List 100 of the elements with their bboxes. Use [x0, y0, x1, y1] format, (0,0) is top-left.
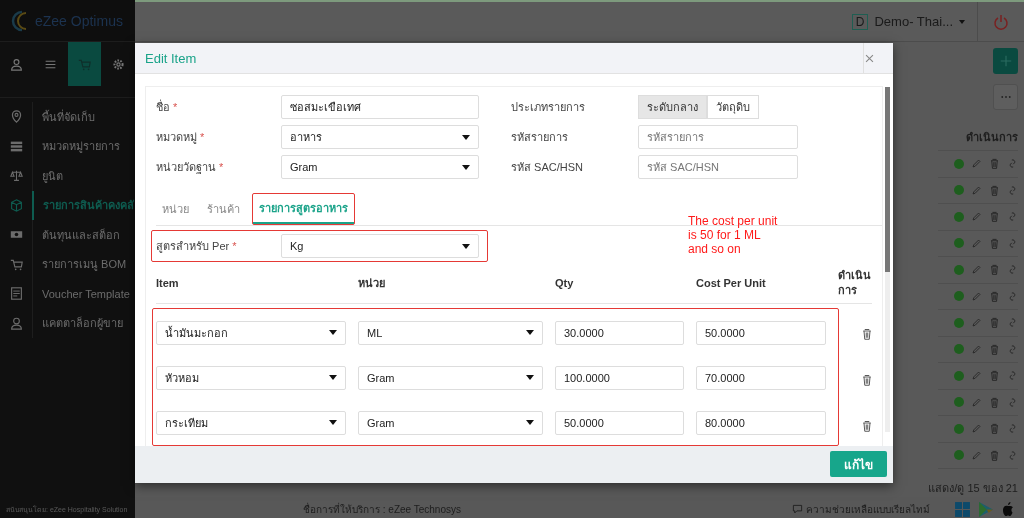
qty-field[interactable]: 100.0000: [555, 365, 684, 390]
sidebar-tab[interactable]: [67, 42, 102, 86]
close-icon: [864, 52, 875, 64]
field-label: หมวดหมู่ *: [156, 130, 206, 146]
scale-icon: [9, 169, 23, 183]
plus-icon: [998, 54, 1013, 68]
text-field[interactable]: รหัสรายการ: [638, 125, 798, 149]
link-icon: [1007, 211, 1018, 223]
cost-field[interactable]: 80.0000: [696, 410, 826, 435]
settings-icon: [111, 57, 125, 71]
field-label: ชื่อ *: [156, 98, 179, 115]
sidebar-item[interactable]: ต้นทุนและสต็อก: [0, 220, 135, 250]
link-icon: [1007, 184, 1018, 196]
segment-button[interactable]: ระดับกลาง: [638, 95, 707, 119]
apple-icon: [1000, 501, 1016, 517]
pencil-icon: [971, 343, 982, 355]
dropdown[interactable]: Kg: [281, 234, 479, 258]
link-icon: [1007, 290, 1018, 302]
cart-icon: [9, 257, 23, 271]
chat-icon: [792, 503, 803, 515]
dialog-title: Edit Item: [144, 50, 198, 66]
user-icon: [10, 57, 24, 71]
cube-icon: [9, 198, 23, 212]
text-field[interactable]: ซอสมะเขือเทศ: [281, 95, 479, 119]
link-icon: [1007, 423, 1018, 435]
link-icon: [1007, 343, 1018, 355]
column-header: ดำเนินการ: [938, 110, 1018, 151]
sidebar-item[interactable]: พื้นที่จัดเก็บ: [0, 102, 135, 132]
sidebar-item[interactable]: Voucher Template: [0, 279, 135, 309]
pencil-icon: [971, 290, 982, 302]
link-icon: [1007, 237, 1018, 249]
sidebar-item[interactable]: หมวดหมู่รายการ: [0, 131, 135, 161]
pencil-icon: [971, 184, 982, 196]
column-header: Item: [156, 277, 180, 290]
tab[interactable]: หน่วย: [156, 195, 195, 225]
trash-icon: [989, 370, 1000, 382]
column-header: Cost Per Unit: [696, 277, 767, 290]
link-icon: [1007, 317, 1018, 329]
pencil-icon: [971, 423, 982, 435]
provider-text: ชื่อการที่ให้บริการ : eZee Technosys: [303, 501, 461, 517]
link-icon: [1007, 449, 1018, 461]
pencil-icon: [971, 264, 982, 276]
more-button[interactable]: [993, 84, 1018, 110]
pencil-icon: [971, 237, 982, 249]
link-icon: [1007, 264, 1018, 276]
trash-icon: [989, 290, 1000, 302]
dropdown[interactable]: Gram: [281, 155, 479, 179]
trash-icon: [861, 419, 873, 432]
dropdown[interactable]: น้ำมันมะกอก: [156, 320, 346, 345]
field-label: รหัส SAC/HSN: [511, 160, 584, 175]
pencil-icon: [971, 370, 982, 382]
dropdown[interactable]: อาหาร: [281, 125, 479, 149]
caret-icon: [959, 19, 965, 24]
app-logo-text: eZee Optimus: [35, 12, 123, 29]
pencil-icon: [971, 158, 982, 170]
field-label: หน่วยวัดฐาน *: [156, 160, 225, 176]
sidebar-item[interactable]: รายการเมนู BOM: [0, 249, 135, 279]
pencil-icon: [971, 317, 982, 329]
qty-field[interactable]: 50.0000: [555, 410, 684, 435]
play-store-icon: [977, 500, 994, 518]
dropdown[interactable]: กระเทียม: [156, 410, 346, 435]
sidebar-item[interactable]: ยูนิต: [0, 161, 135, 191]
link-icon: [1007, 370, 1018, 382]
scrollbar[interactable]: [885, 87, 890, 432]
dropdown[interactable]: Gram: [358, 410, 543, 435]
trash-icon: [989, 423, 1000, 435]
trash-icon: [989, 396, 1000, 408]
sidebar-item[interactable]: แคตตาล็อกผู้ขาย: [0, 308, 135, 338]
field-label: สูตรสำหรับ Per *: [156, 239, 238, 255]
text-field[interactable]: รหัส SAC/HSN: [638, 155, 798, 179]
segment-button[interactable]: วัตถุดิบ: [707, 95, 759, 119]
cart-icon: [77, 57, 91, 71]
cost-field[interactable]: 50.0000: [696, 320, 826, 345]
pencil-icon: [971, 396, 982, 408]
trash-icon: [989, 158, 1000, 170]
trash-icon: [989, 343, 1000, 355]
dropdown[interactable]: Gram: [358, 365, 543, 390]
add-button[interactable]: [993, 48, 1018, 74]
pencil-icon: [971, 211, 982, 223]
annotation-text: The cost per unit is 50 for 1 ML and so on: [688, 215, 778, 257]
column-header: Qty: [555, 277, 575, 290]
cost-field[interactable]: 70.0000: [696, 365, 826, 390]
power-icon: [993, 13, 1009, 30]
qty-field[interactable]: 30.0000: [555, 320, 684, 345]
dropdown[interactable]: ML: [358, 320, 543, 345]
pin-icon: [9, 110, 23, 124]
person-icon: [9, 316, 23, 330]
link-icon: [1007, 396, 1018, 408]
trash-icon: [989, 184, 1000, 196]
trash-icon: [989, 317, 1000, 329]
field-label: รหัสรายการ: [511, 130, 569, 145]
tab[interactable]: ร้านค้า: [201, 195, 246, 225]
field-label: ประเภทรายการ: [511, 100, 586, 115]
document-icon: [9, 287, 23, 301]
server-icon: [9, 139, 23, 153]
trash-icon: [989, 264, 1000, 276]
trash-icon: [861, 327, 873, 340]
property-badge: D: [851, 13, 869, 30]
windows-icon: [954, 500, 971, 518]
dropdown[interactable]: หัวหอม: [156, 365, 346, 390]
